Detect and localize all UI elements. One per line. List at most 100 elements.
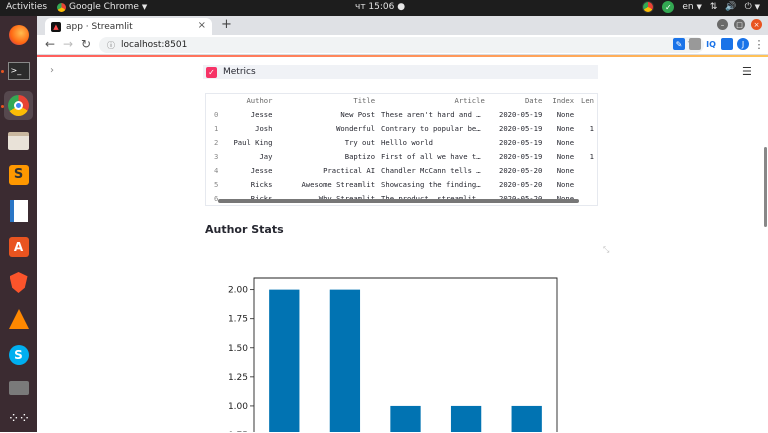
iq-extension-icon[interactable]: IQ — [705, 38, 717, 50]
table-cell[interactable] — [577, 191, 597, 205]
column-header[interactable]: Article — [378, 94, 488, 107]
table-cell[interactable]: None — [545, 107, 577, 121]
y-tick-label: 1.00 — [228, 402, 248, 412]
files-icon[interactable] — [4, 126, 33, 155]
table-cell[interactable]: 2020-05-20 — [488, 177, 546, 191]
clock[interactable]: чт 15:06 ● — [355, 2, 405, 12]
close-window-button[interactable]: × — [751, 19, 762, 30]
column-header[interactable]: Len — [577, 94, 597, 107]
language-indicator[interactable]: en ▼ — [682, 2, 702, 12]
table-row[interactable]: 0 Jesse New Post These aren't hard and … 202… — [206, 107, 597, 121]
table-cell[interactable]: These aren't hard and … — [378, 107, 488, 121]
table-cell[interactable]: Try out — [275, 135, 378, 149]
horizontal-scrollbar[interactable] — [218, 199, 579, 203]
table-cell[interactable] — [577, 163, 597, 177]
bar — [269, 289, 300, 432]
address-bar[interactable]: ⓘ localhost:8501 ☆ — [99, 37, 704, 53]
table-row[interactable]: 2 Paul King Try out Helllo world 2020-05-19 N… — [206, 135, 597, 149]
reload-button[interactable]: ↻ — [81, 37, 91, 51]
browser-tab[interactable]: ▲ app · Streamlit × — [45, 18, 212, 35]
row-index: 5 — [214, 179, 219, 189]
table-cell[interactable]: Jesse — [222, 107, 275, 121]
table-cell[interactable]: Ricks — [222, 177, 275, 191]
maximize-button[interactable]: □ — [734, 19, 745, 30]
table-cell[interactable]: 2020-05-19 — [488, 135, 546, 149]
table-cell[interactable]: None — [545, 149, 577, 163]
table-cell[interactable]: 2020-05-19 — [488, 121, 546, 135]
table-cell[interactable]: Contrary to popular be… — [378, 121, 488, 135]
table-cell[interactable]: None — [545, 163, 577, 177]
table-cell[interactable]: 2020-05-19 — [488, 149, 546, 163]
metrics-checkbox[interactable]: ✓ Metrics — [203, 65, 598, 79]
table-cell[interactable]: None — [545, 121, 577, 135]
table-cell[interactable]: Baptizo — [275, 149, 378, 163]
drive-icon[interactable] — [4, 373, 33, 402]
hamburger-menu-icon[interactable]: ☰ — [742, 65, 752, 78]
column-header[interactable]: Title — [275, 94, 378, 107]
sublime-text-icon[interactable]: S — [4, 160, 33, 189]
table-row[interactable]: 3 Jay Baptizo First of all we have t… 2020-0… — [206, 149, 597, 163]
table-cell[interactable]: Paul King — [222, 135, 275, 149]
table-cell[interactable]: None — [545, 177, 577, 191]
table-cell[interactable]: 2020-05-19 — [488, 107, 546, 121]
table-cell[interactable]: Helllo world — [378, 135, 488, 149]
table-row[interactable]: 4 Jesse Practical AI Chandler McCann tells … — [206, 163, 597, 177]
chrome-tray-icon[interactable] — [642, 1, 655, 13]
table-cell[interactable]: 1 — [577, 121, 597, 135]
new-tab-button[interactable]: + — [221, 17, 232, 32]
profile-avatar[interactable]: J — [737, 38, 749, 50]
show-apps-icon[interactable]: ⁘⁘ — [4, 404, 33, 433]
close-icon[interactable]: × — [198, 20, 206, 31]
table-cell[interactable]: Chandler McCann tells … — [378, 163, 488, 177]
table-cell[interactable]: New Post — [275, 107, 378, 121]
chevron-down-icon: ▼ — [696, 3, 702, 11]
table-cell[interactable]: Jesse — [222, 163, 275, 177]
table-cell[interactable]: 2020-05-20 — [488, 163, 546, 177]
table-cell[interactable]: Jay — [222, 149, 275, 163]
back-button[interactable]: ← — [45, 37, 55, 51]
activities-button[interactable]: Activities — [6, 2, 47, 12]
sidebar-toggle-icon[interactable]: › — [50, 65, 54, 76]
extension-icon[interactable] — [721, 38, 733, 50]
forward-button[interactable]: → — [63, 37, 73, 51]
table-row[interactable]: 5 Ricks Awesome Streamlit Showcasing the fi… — [206, 177, 597, 191]
table-cell[interactable]: Wonderful — [275, 121, 378, 135]
volume-icon[interactable]: 🔊 — [725, 2, 736, 12]
menu-icon[interactable]: ⋮ — [753, 38, 765, 51]
extension-icon[interactable] — [689, 38, 701, 50]
minimize-button[interactable]: – — [717, 19, 728, 30]
table-row[interactable]: 1 Josh Wonderful Contrary to popular be… 202… — [206, 121, 597, 135]
column-header[interactable]: Date — [488, 94, 546, 107]
info-icon[interactable]: ⓘ — [107, 40, 115, 51]
power-icon[interactable]: ⏻ ▼ — [745, 2, 760, 12]
table-cell[interactable] — [577, 135, 597, 149]
app-menu[interactable]: Google Chrome ▼ — [57, 2, 147, 12]
writer-icon[interactable] — [4, 196, 33, 225]
fullscreen-icon[interactable]: ⤡ — [603, 245, 609, 255]
vertical-scrollbar[interactable] — [764, 147, 767, 227]
column-header[interactable]: Author — [222, 94, 275, 107]
dataframe[interactable]: Author Title Article Date Index Len 0 Jes… — [205, 93, 598, 206]
table-cell[interactable]: Practical AI — [275, 163, 378, 177]
table-cell[interactable]: Josh — [222, 121, 275, 135]
software-center-icon[interactable]: A — [4, 232, 33, 261]
table-cell[interactable] — [577, 177, 597, 191]
terminal-icon[interactable]: >_ — [4, 56, 33, 85]
checkbox-checked-icon[interactable]: ✓ — [206, 66, 217, 78]
table-cell[interactable]: None — [545, 135, 577, 149]
skype-icon[interactable]: S — [4, 340, 33, 369]
firefox-icon[interactable] — [4, 20, 33, 49]
table-cell[interactable]: Awesome Streamlit — [275, 177, 378, 191]
table-cell[interactable]: 1 — [577, 149, 597, 163]
chrome-dock-icon[interactable] — [4, 91, 33, 120]
extension-icon[interactable]: ✎ — [673, 38, 685, 50]
table-cell[interactable]: Showcasing the finding… — [378, 177, 488, 191]
check-icon[interactable]: ✓ — [662, 1, 675, 13]
table-cell[interactable]: First of all we have t… — [378, 149, 488, 163]
brave-icon[interactable] — [4, 268, 33, 297]
row-index: 2 — [214, 137, 219, 147]
column-header[interactable]: Index — [545, 94, 577, 107]
network-icon[interactable]: ⇅ — [710, 2, 718, 12]
vlc-icon[interactable] — [4, 304, 33, 333]
table-cell[interactable] — [577, 107, 597, 121]
